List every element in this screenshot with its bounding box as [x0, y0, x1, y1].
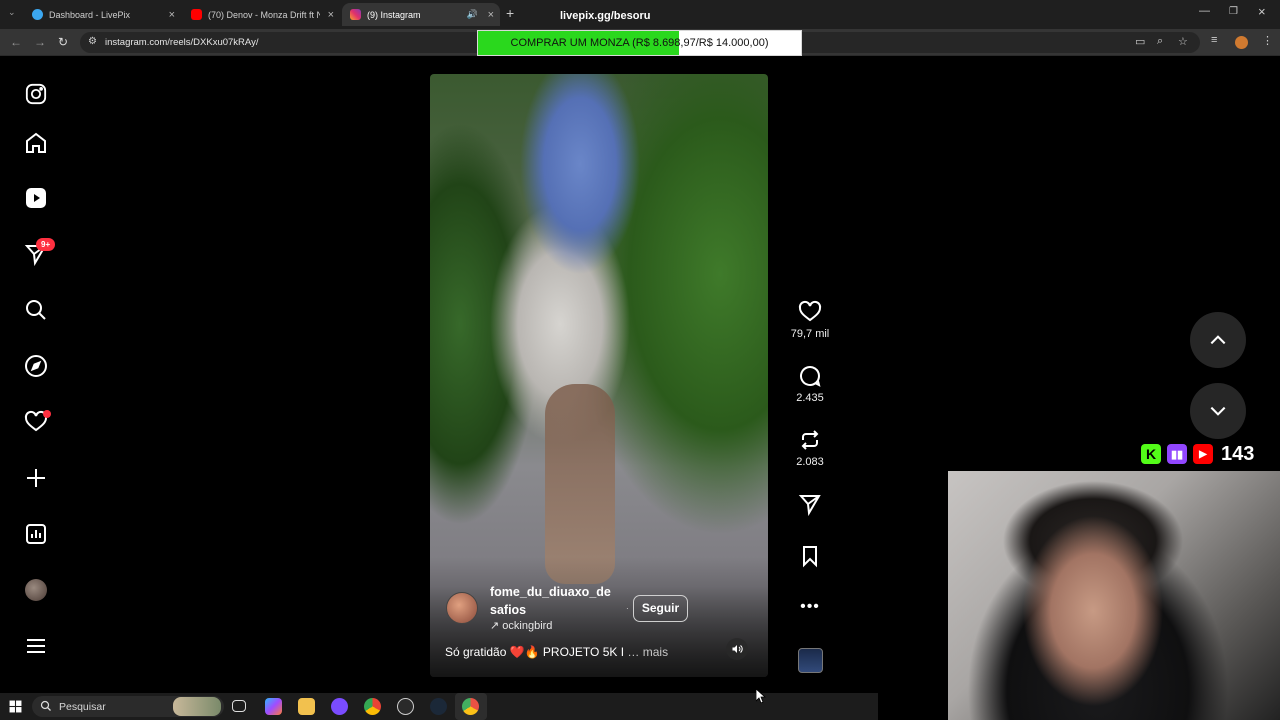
bookmark-icon — [803, 546, 817, 568]
maximize-button[interactable]: ❐ — [1229, 6, 1238, 17]
youtube-icon: ▶ — [1193, 444, 1213, 464]
next-reel-button[interactable] — [1190, 383, 1246, 439]
search-icon — [40, 700, 51, 711]
stream-title: livepix.gg/besoru — [560, 10, 651, 22]
chrome-icon[interactable] — [364, 698, 381, 715]
like-button[interactable]: 79,7 mil — [786, 300, 834, 340]
app-icon[interactable] — [331, 698, 348, 715]
site-info-icon[interactable]: ⚙ — [88, 36, 97, 47]
repost-button[interactable]: 2.083 — [786, 428, 834, 468]
taskbar-search[interactable]: Pesquisar — [32, 696, 224, 717]
tab-title: (70) Denov - Monza Drift ft NA — [208, 9, 320, 20]
tab-title: Dashboard - LivePix — [49, 9, 131, 20]
chevron-up-icon — [1210, 335, 1226, 345]
profile-avatar[interactable] — [22, 576, 50, 604]
reels-icon[interactable] — [22, 184, 50, 212]
create-icon[interactable] — [22, 464, 50, 492]
tab-youtube[interactable]: (70) Denov - Monza Drift ft NA × — [183, 3, 340, 26]
follow-button[interactable]: Seguir — [633, 595, 688, 622]
close-tab-icon[interactable]: × — [328, 9, 334, 21]
back-button[interactable]: ← — [10, 35, 22, 49]
browser-menu-icon[interactable]: ⋮ — [1262, 34, 1273, 47]
repost-icon — [801, 430, 819, 450]
notification-dot — [43, 410, 51, 418]
bookmark-star-icon[interactable]: ☆ — [1178, 35, 1188, 48]
caption-text: Só gratidão ❤️🔥 PROJETO 5K I — [445, 645, 625, 659]
tab-audio-icon[interactable]: 🔊 — [467, 9, 478, 20]
zoom-icon[interactable]: ⌕ — [1157, 35, 1163, 48]
search-icon[interactable] — [22, 296, 50, 324]
previous-reel-button[interactable] — [1190, 312, 1246, 368]
instagram-favicon — [350, 9, 361, 20]
windows-start-icon[interactable] — [9, 700, 22, 713]
repost-count: 2.083 — [796, 456, 824, 468]
comment-icon — [800, 366, 821, 387]
author-name-line: safios — [490, 603, 527, 617]
caption-more-link[interactable]: … mais — [627, 645, 668, 659]
forward-button[interactable]: → — [34, 35, 46, 49]
kick-icon: K — [1141, 444, 1161, 464]
active-app-highlight — [455, 693, 487, 720]
messages-badge: 9+ — [36, 238, 56, 251]
reel-caption: Só gratidão ❤️🔥 PROJETO 5K I … mais — [445, 645, 668, 659]
dashboard-icon[interactable] — [22, 520, 50, 548]
audio-track-link[interactable]: ↗ ockingbird — [490, 619, 552, 632]
tab-list-icon[interactable]: ⌄ — [8, 7, 16, 18]
share-icon — [798, 495, 821, 516]
cast-icon[interactable]: ▭ — [1135, 35, 1145, 48]
chevron-down-icon — [1210, 406, 1226, 416]
close-window-button[interactable]: × — [1258, 4, 1266, 19]
home-icon[interactable] — [22, 129, 50, 157]
close-tab-icon[interactable]: × — [169, 9, 175, 21]
profile-avatar[interactable] — [1235, 36, 1248, 49]
mouse-cursor-icon — [756, 689, 766, 703]
save-button[interactable] — [786, 544, 834, 568]
tab-instagram[interactable]: (9) Instagram 🔊 × — [342, 3, 500, 26]
instagram-logo-icon[interactable] — [22, 80, 50, 108]
video-subject — [545, 384, 615, 584]
author-name[interactable]: fome_du_diuaxo_de safios — [490, 583, 630, 619]
windows-taskbar: Pesquisar — [0, 693, 878, 720]
webcam-feed — [948, 471, 1280, 720]
reload-button[interactable]: ↻ — [58, 35, 68, 49]
like-count: 79,7 mil — [790, 328, 830, 340]
heart-icon — [798, 300, 822, 322]
tab-title: (9) Instagram — [367, 9, 421, 20]
viewer-count: 143 — [1221, 442, 1255, 465]
donation-goal-text: COMPRAR UM MONZA (R$ 8.698,97/R$ 14.000,… — [510, 37, 769, 49]
more-options-icon[interactable]: ••• — [786, 598, 834, 616]
tab-livepix-dashboard[interactable]: Dashboard - LivePix × — [24, 3, 181, 26]
mute-button[interactable] — [726, 638, 748, 660]
comment-count: 2.435 — [796, 392, 824, 404]
livepix-icon — [32, 9, 43, 20]
new-tab-button[interactable]: + — [506, 5, 514, 21]
search-highlight-image — [173, 697, 221, 716]
file-explorer-icon[interactable] — [298, 698, 315, 715]
app-icon[interactable] — [397, 698, 414, 715]
url-text: instagram.com/reels/DXKxu07kRAy/ — [105, 37, 259, 48]
menu-icon[interactable] — [22, 632, 50, 660]
copilot-icon[interactable] — [265, 698, 282, 715]
explore-icon[interactable] — [22, 352, 50, 380]
youtube-icon — [191, 9, 202, 20]
minimize-button[interactable]: — — [1199, 5, 1210, 17]
audio-thumbnail[interactable] — [798, 648, 823, 673]
author-name-line: fome_du_diuaxo_de — [490, 585, 611, 599]
twitch-icon: ▮▮ — [1167, 444, 1187, 464]
author-avatar[interactable] — [446, 592, 478, 624]
close-tab-icon[interactable]: × — [488, 9, 494, 21]
viewer-count-overlay: K ▮▮ ▶ 143 — [1141, 441, 1254, 467]
donation-goal-bar: COMPRAR UM MONZA (R$ 8.698,97/R$ 14.000,… — [477, 30, 802, 56]
speaker-icon — [732, 645, 743, 653]
task-view-icon[interactable] — [232, 700, 246, 712]
reading-list-icon[interactable]: ≡ — [1211, 34, 1217, 46]
reel-video[interactable]: fome_du_diuaxo_de safios · ↗ ockingbird … — [430, 74, 768, 677]
comment-button[interactable]: 2.435 — [786, 364, 834, 404]
steam-icon[interactable] — [430, 698, 447, 715]
share-button[interactable] — [786, 492, 834, 516]
taskbar-search-label: Pesquisar — [59, 701, 106, 713]
separator-dot: · — [626, 604, 629, 613]
